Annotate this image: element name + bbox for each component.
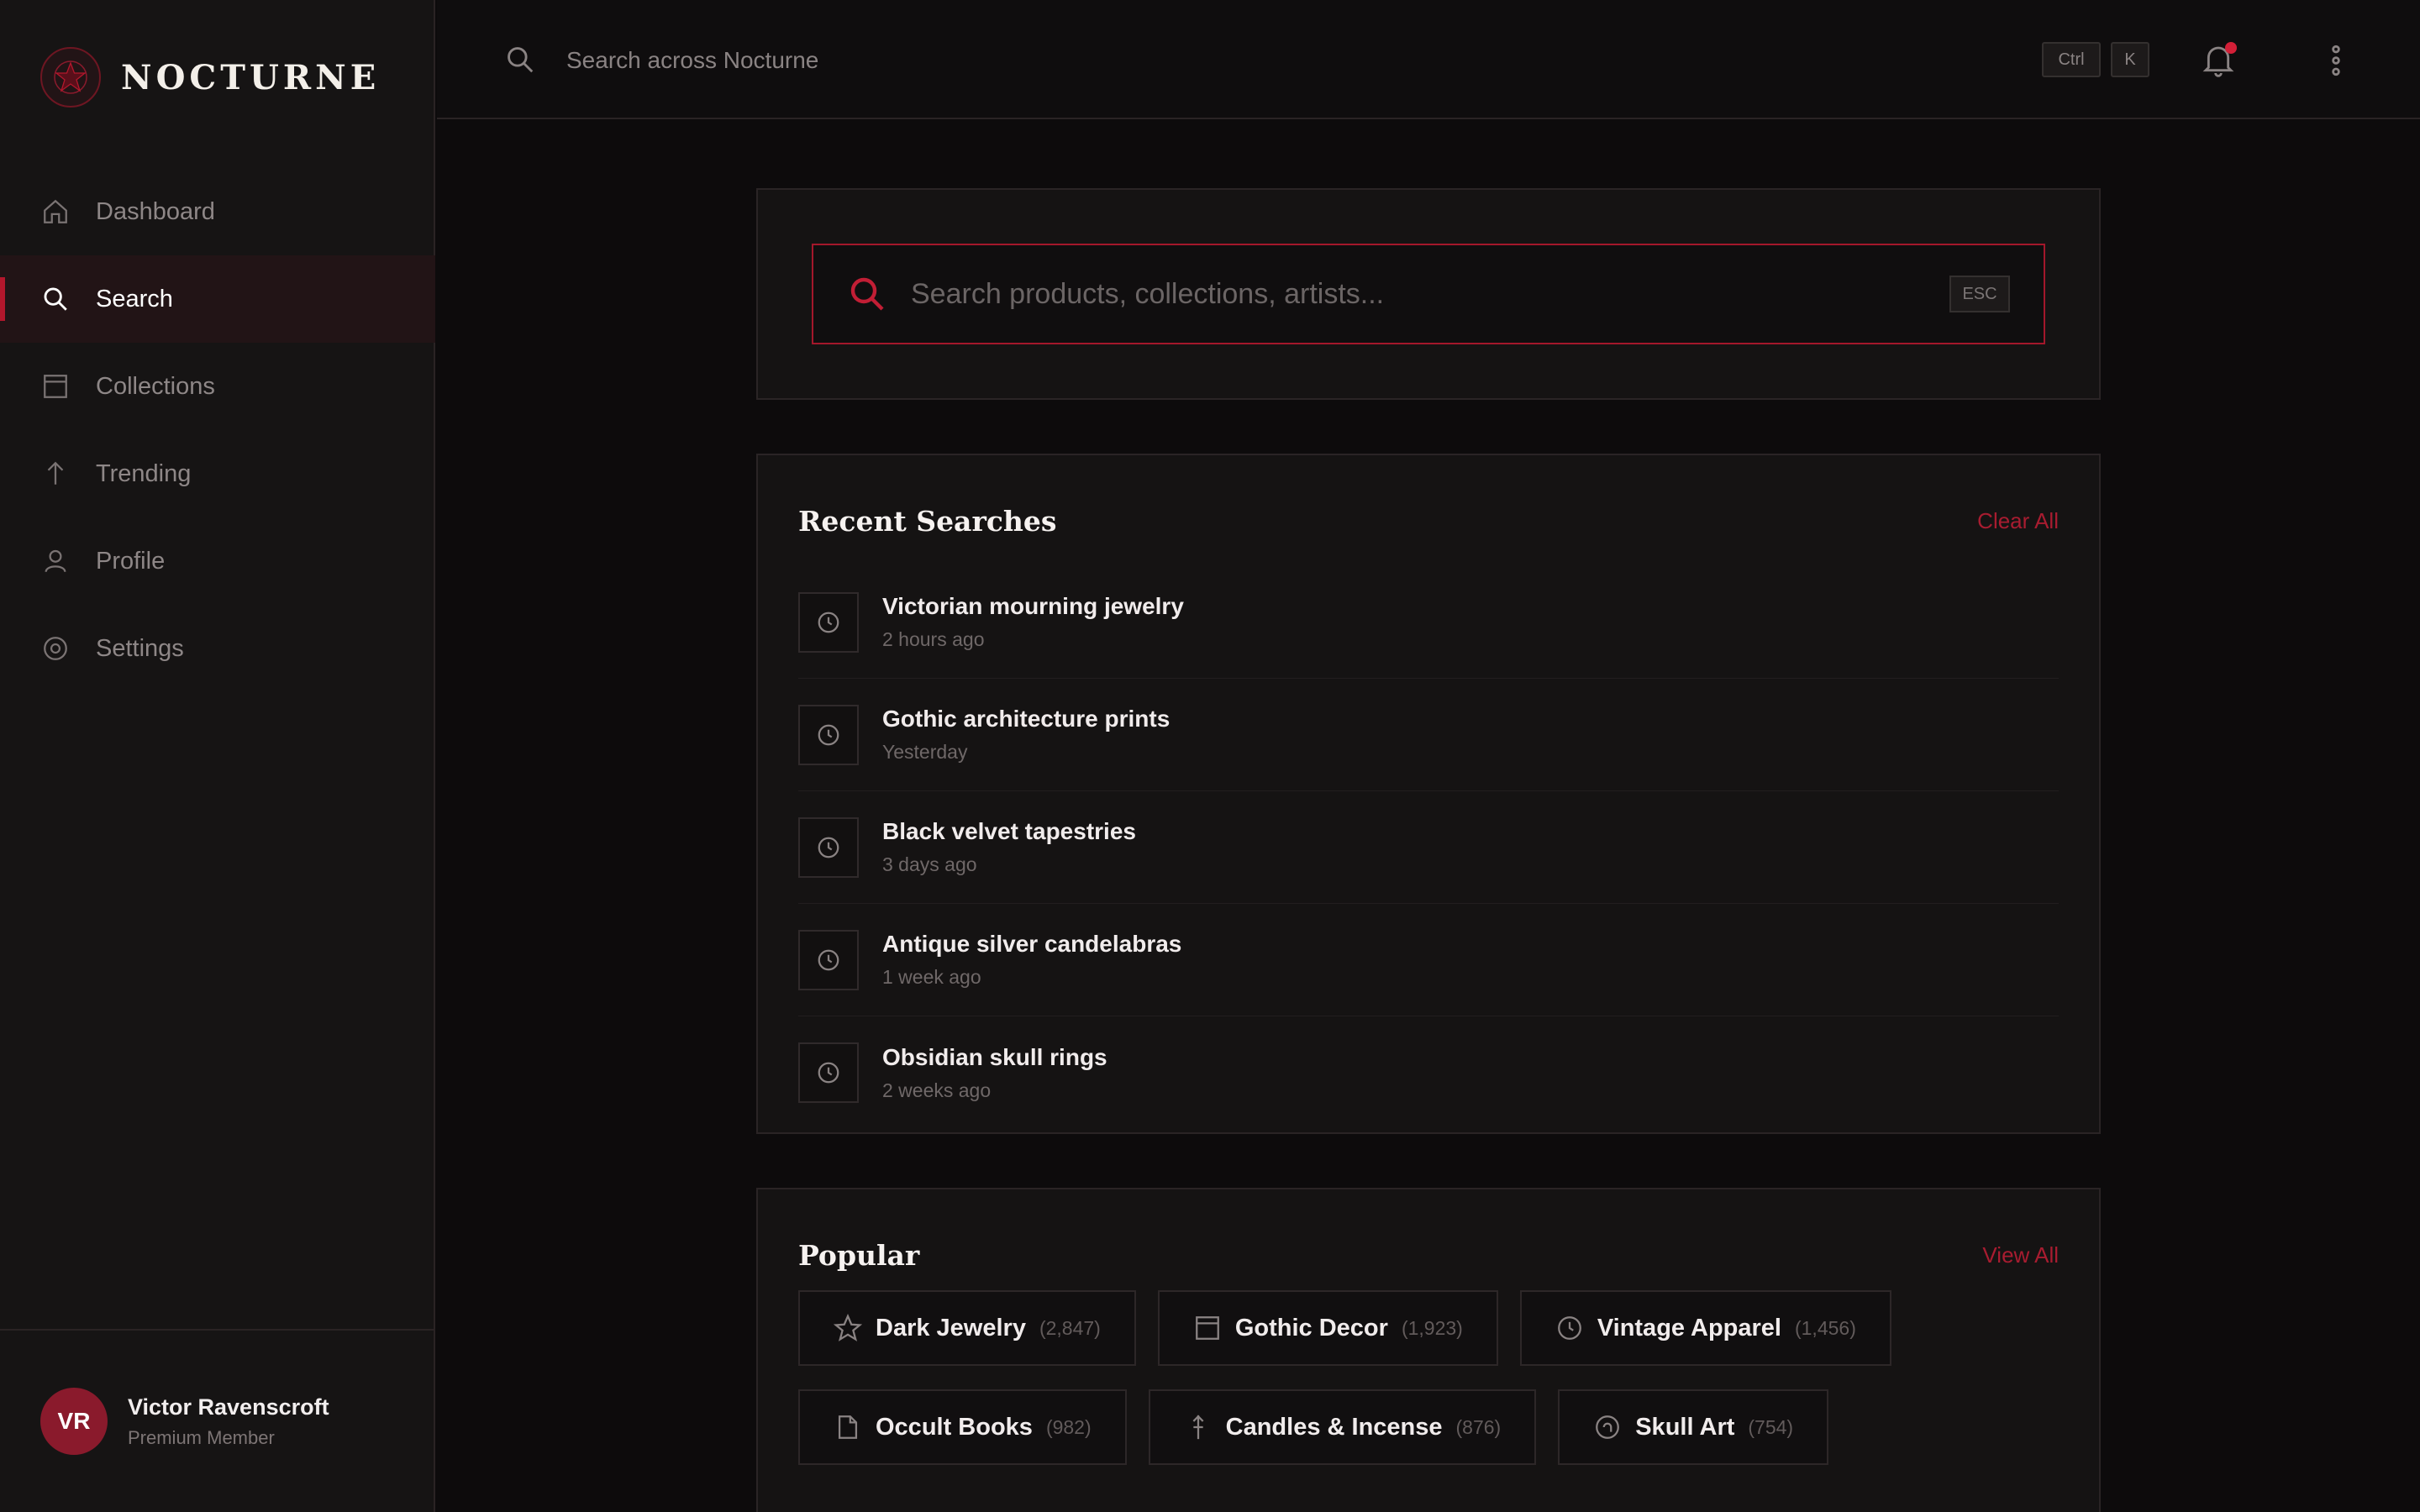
popular-panel: Popular View All Dark Jewelry (2,847) Go… — [756, 1188, 2101, 1512]
chip-count: (1,456) — [1794, 1316, 1856, 1339]
recent-search-item[interactable]: Obsidian skull rings 2 weeks ago — [798, 1016, 2059, 1129]
recent-search-item[interactable]: Gothic architecture prints Yesterday — [798, 679, 2059, 791]
recent-search-title: Victorian mourning jewelry — [882, 593, 1184, 619]
arrow-up-icon — [40, 459, 71, 489]
book-icon — [834, 1413, 862, 1441]
esc-key-hint[interactable]: ESC — [1949, 276, 2010, 312]
sidebar-item-label: Search — [96, 285, 173, 312]
popular-chip-vintage-apparel[interactable]: Vintage Apparel (1,456) — [1519, 1290, 1891, 1366]
popular-chip-skull-art[interactable]: Skull Art (754) — [1558, 1389, 1829, 1465]
recent-search-item[interactable]: Antique silver candelabras 1 week ago — [798, 904, 2059, 1016]
sidebar-item-label: Collections — [96, 372, 215, 400]
sidebar-item-collections[interactable]: Collections — [0, 343, 435, 430]
popular-header: Popular View All — [798, 1230, 2059, 1280]
skull-icon — [1593, 1413, 1622, 1441]
app-root: NOCTURNE Dashboard Search Collections Tr… — [0, 0, 2420, 1512]
brand-name: NOCTURNE — [121, 57, 381, 97]
clock-icon — [798, 591, 859, 653]
sidebar-nav: Dashboard Search Collections Trending Pr… — [0, 168, 435, 692]
popular-chips: Dark Jewelry (2,847) Gothic Decor (1,923… — [798, 1290, 2062, 1488]
more-vertical-icon — [2332, 45, 2340, 76]
brand[interactable]: NOCTURNE — [40, 47, 380, 108]
chip-label: Vintage Apparel — [1597, 1314, 1781, 1341]
notification-badge — [2225, 42, 2237, 54]
sidebar-item-dashboard[interactable]: Dashboard — [0, 168, 435, 255]
shortcut-k-key: K — [2111, 42, 2149, 77]
recent-search-time: 2 hours ago — [882, 628, 985, 650]
sidebar-item-settings[interactable]: Settings — [0, 605, 435, 692]
frame-icon — [1193, 1314, 1222, 1342]
chip-count: (754) — [1748, 1415, 1794, 1438]
home-icon — [40, 197, 71, 227]
sidebar-item-trending[interactable]: Trending — [0, 430, 435, 517]
top-bar: Ctrl K — [437, 0, 2420, 119]
search-box[interactable]: ESC — [812, 244, 2045, 344]
star-icon — [834, 1314, 862, 1342]
recent-search-item[interactable]: Victorian mourning jewelry 2 hours ago — [798, 566, 2059, 679]
sidebar-item-label: Trending — [96, 459, 192, 487]
chip-label: Gothic Decor — [1234, 1314, 1388, 1341]
recent-search-item[interactable]: Black velvet tapestries 3 days ago — [798, 791, 2059, 904]
pentagram-logo-icon — [40, 47, 101, 108]
clock-icon — [798, 929, 859, 990]
collection-icon — [40, 371, 71, 402]
recent-search-time: 1 week ago — [882, 966, 981, 988]
sidebar-item-label: Settings — [96, 634, 184, 662]
sidebar: NOCTURNE Dashboard Search Collections Tr… — [0, 0, 435, 1512]
chip-count: (1,923) — [1401, 1316, 1463, 1339]
search-panel: ESC — [756, 188, 2101, 400]
popular-chip-occult-books[interactable]: Occult Books (982) — [798, 1389, 1127, 1465]
search-icon — [504, 44, 536, 80]
recent-searches-title: Recent Searches — [798, 504, 1057, 538]
recent-searches-list: Victorian mourning jewelry 2 hours ago G… — [798, 566, 2059, 1129]
chip-count: (876) — [1455, 1415, 1502, 1438]
chip-label: Dark Jewelry — [876, 1314, 1026, 1341]
popular-chip-candles-incense[interactable]: Candles & Incense (876) — [1148, 1389, 1537, 1465]
notifications-button[interactable] — [2202, 42, 2237, 79]
sidebar-item-label: Profile — [96, 547, 166, 575]
recent-search-title: Black velvet tapestries — [882, 818, 1136, 844]
recent-searches-panel: Recent Searches Clear All Victorian mour… — [756, 454, 2101, 1134]
user-profile[interactable]: VR Victor Ravenscroft Premium Member — [0, 1329, 435, 1512]
candle-icon — [1184, 1413, 1213, 1441]
recent-search-title: Obsidian skull rings — [882, 1043, 1107, 1070]
search-icon — [847, 274, 887, 314]
chip-label: Occult Books — [876, 1413, 1033, 1441]
recent-search-time: Yesterday — [882, 741, 968, 763]
popular-chip-gothic-decor[interactable]: Gothic Decor (1,923) — [1157, 1290, 1498, 1366]
user-name: Victor Ravenscroft — [128, 1394, 329, 1420]
user-role: Premium Member — [128, 1426, 275, 1448]
chip-row: Occult Books (982) Candles & Incense (87… — [798, 1389, 2062, 1465]
gear-icon — [40, 633, 71, 664]
chip-count: (982) — [1045, 1415, 1092, 1438]
user-icon — [40, 546, 71, 576]
recent-searches-header: Recent Searches Clear All — [798, 496, 2059, 546]
recent-search-time: 2 weeks ago — [882, 1079, 992, 1101]
popular-title: Popular — [798, 1238, 920, 1272]
avatar: VR — [40, 1388, 108, 1455]
recent-search-title: Antique silver candelabras — [882, 931, 1182, 957]
chip-label: Candles & Incense — [1225, 1413, 1443, 1441]
sidebar-item-profile[interactable]: Profile — [0, 517, 435, 605]
more-options-button[interactable] — [2319, 42, 2353, 79]
popular-chip-dark-jewelry[interactable]: Dark Jewelry (2,847) — [798, 1290, 1136, 1366]
view-all-button[interactable]: View All — [1982, 1242, 2059, 1268]
clock-icon — [798, 704, 859, 765]
shortcut-ctrl-key: Ctrl — [2042, 42, 2101, 77]
global-search-input[interactable] — [565, 37, 1321, 84]
clock-icon — [798, 1042, 859, 1103]
clear-all-button[interactable]: Clear All — [1977, 508, 2059, 534]
sidebar-item-label: Dashboard — [96, 197, 215, 225]
recent-search-title: Gothic architecture prints — [882, 706, 1171, 732]
chip-row: Dark Jewelry (2,847) Gothic Decor (1,923… — [798, 1290, 2062, 1366]
sidebar-item-search[interactable]: Search — [0, 255, 435, 343]
search-input[interactable] — [909, 260, 1949, 328]
clock-icon — [798, 816, 859, 878]
search-icon — [40, 284, 71, 314]
chip-label: Skull Art — [1635, 1413, 1735, 1441]
clock-icon — [1555, 1314, 1584, 1342]
chip-count: (2,847) — [1039, 1316, 1101, 1339]
recent-search-time: 3 days ago — [882, 853, 977, 875]
